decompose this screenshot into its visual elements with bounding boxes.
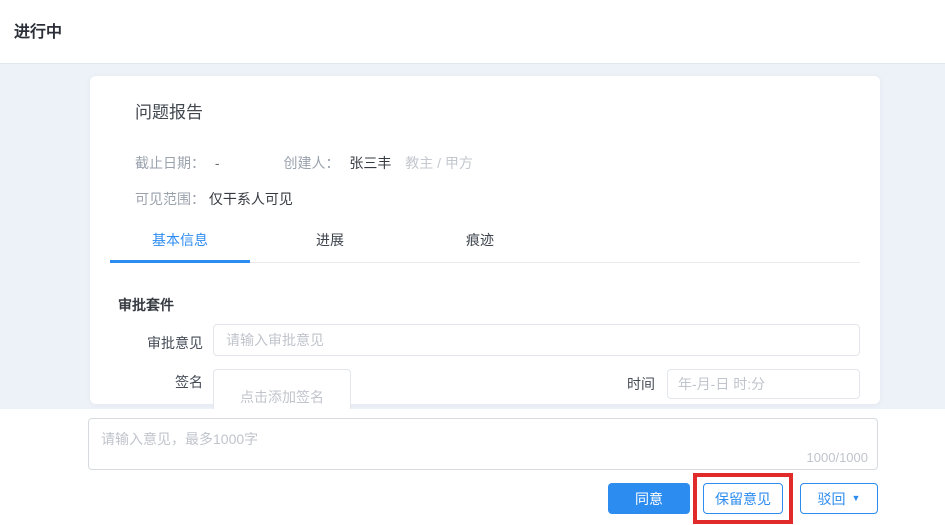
top-bar: 进行中	[0, 0, 945, 64]
reserve-opinion-button[interactable]: 保留意见	[703, 483, 783, 514]
approval-suite-title: 审批套件	[118, 297, 174, 313]
signature-label: 签名	[175, 374, 203, 390]
action-buttons: 同意 保留意见 驳回 ▼	[608, 473, 878, 524]
tab-bar: 基本信息 进展 痕迹	[110, 230, 860, 263]
visibility-label: 可见范围：	[135, 191, 205, 207]
footer-bar: 1000/1000 同意 保留意见 驳回 ▼	[0, 409, 945, 525]
deadline-label: 截止日期：	[135, 155, 205, 171]
opinion-row: 审批意见	[110, 324, 860, 356]
approval-card: 问题报告 截止日期： - 创建人： 张三丰 教主 / 甲方 可见范围： 仅干系人…	[90, 76, 880, 424]
tab-traces[interactable]: 痕迹	[410, 230, 550, 262]
opinion-label: 审批意见	[147, 335, 203, 351]
time-input[interactable]	[667, 369, 860, 399]
time-label: 时间	[627, 376, 655, 392]
comment-box-wrap: 1000/1000	[88, 418, 878, 470]
card-header: 问题报告 截止日期： - 创建人： 张三丰 教主 / 甲方 可见范围： 仅干系人…	[90, 76, 880, 209]
reject-button[interactable]: 驳回 ▼	[800, 483, 878, 514]
creator-role: 教主 / 甲方	[405, 155, 473, 171]
opinion-input[interactable]	[213, 324, 860, 356]
chevron-down-icon: ▼	[851, 493, 861, 503]
page-title: 进行中	[14, 24, 63, 41]
comment-textarea[interactable]	[88, 418, 878, 470]
meta-row-deadline-creator: 截止日期： - 创建人： 张三丰 教主 / 甲方	[135, 153, 860, 173]
tab-basic-info[interactable]: 基本信息	[110, 230, 250, 263]
deadline-value: -	[214, 155, 220, 171]
main-area: 问题报告 截止日期： - 创建人： 张三丰 教主 / 甲方 可见范围： 仅干系人…	[0, 64, 945, 424]
time-group: 时间	[627, 369, 860, 399]
visibility-value: 仅干系人可见	[208, 191, 293, 207]
highlight-box: 保留意见	[693, 473, 793, 524]
creator-name: 张三丰	[349, 155, 392, 171]
creator-label: 创建人：	[283, 155, 340, 171]
tab-progress[interactable]: 进展	[260, 230, 400, 262]
agree-button[interactable]: 同意	[608, 483, 690, 514]
meta-row-visibility: 可见范围： 仅干系人可见	[135, 189, 860, 209]
reject-button-label: 驳回	[817, 490, 846, 507]
approval-form: 审批套件 审批意见 签名 点击添加签名 时间	[90, 295, 880, 424]
card-title: 问题报告	[135, 103, 203, 122]
signature-placeholder-text: 点击添加签名	[240, 388, 324, 405]
char-counter: 1000/1000	[806, 450, 868, 465]
